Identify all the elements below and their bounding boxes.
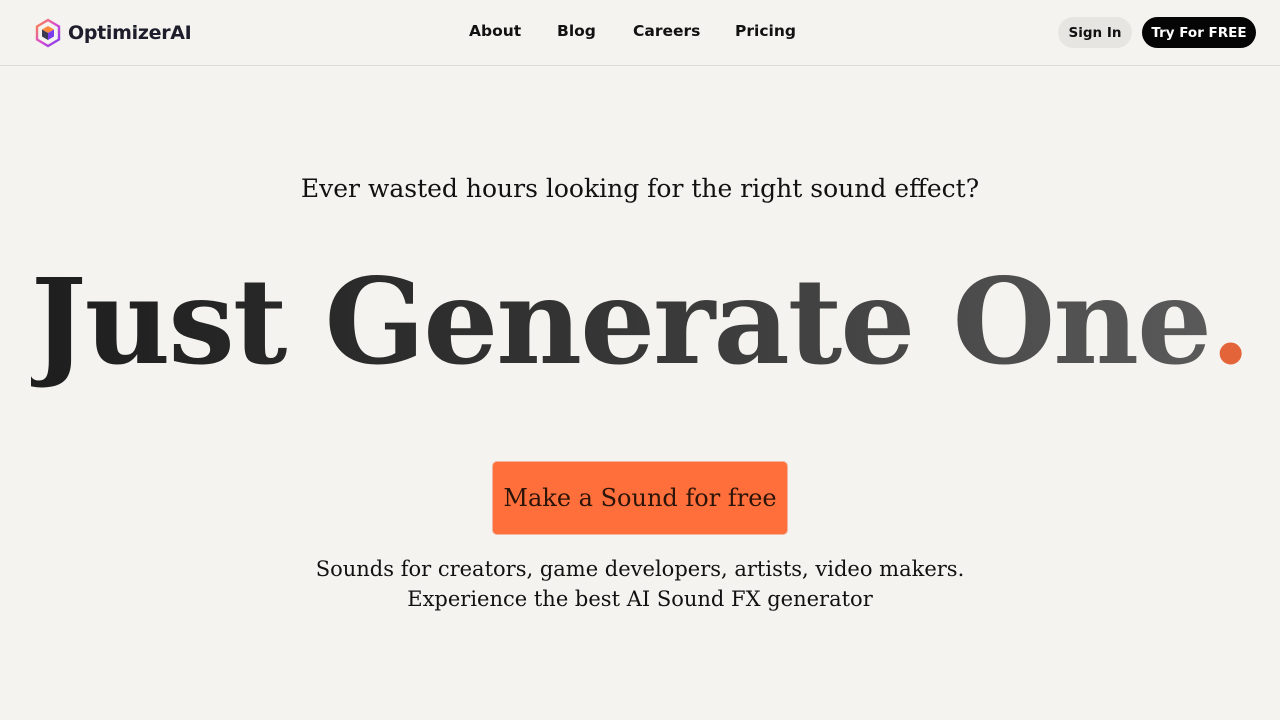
hero-description-line-1: Sounds for creators, game developers, ar… [315, 557, 965, 581]
hero-headline-text: Just Generate One [30, 252, 1212, 391]
make-sound-button[interactable]: Make a Sound for free [492, 461, 788, 535]
nav-pricing[interactable]: Pricing [735, 22, 796, 44]
hexagon-cube-logo-icon [35, 18, 61, 48]
sign-in-button[interactable]: Sign In [1058, 17, 1132, 48]
hero-headline-dot: . [1210, 252, 1251, 391]
try-for-free-button[interactable]: Try For FREE [1142, 17, 1256, 48]
nav-careers[interactable]: Careers [633, 22, 700, 44]
brand-name: OptimizerAI [68, 22, 192, 44]
hero-headline: Just Generate One. [0, 252, 1280, 392]
nav-about[interactable]: About [469, 22, 521, 44]
hero-subtitle: Ever wasted hours looking for the right … [300, 174, 980, 203]
brand-logo[interactable]: OptimizerAI [34, 18, 192, 48]
nav-blog[interactable]: Blog [557, 22, 596, 44]
hero-description-line-2: Experience the best AI Sound FX generato… [407, 587, 873, 611]
site-header: OptimizerAI About Blog Careers Pricing S… [0, 0, 1280, 66]
